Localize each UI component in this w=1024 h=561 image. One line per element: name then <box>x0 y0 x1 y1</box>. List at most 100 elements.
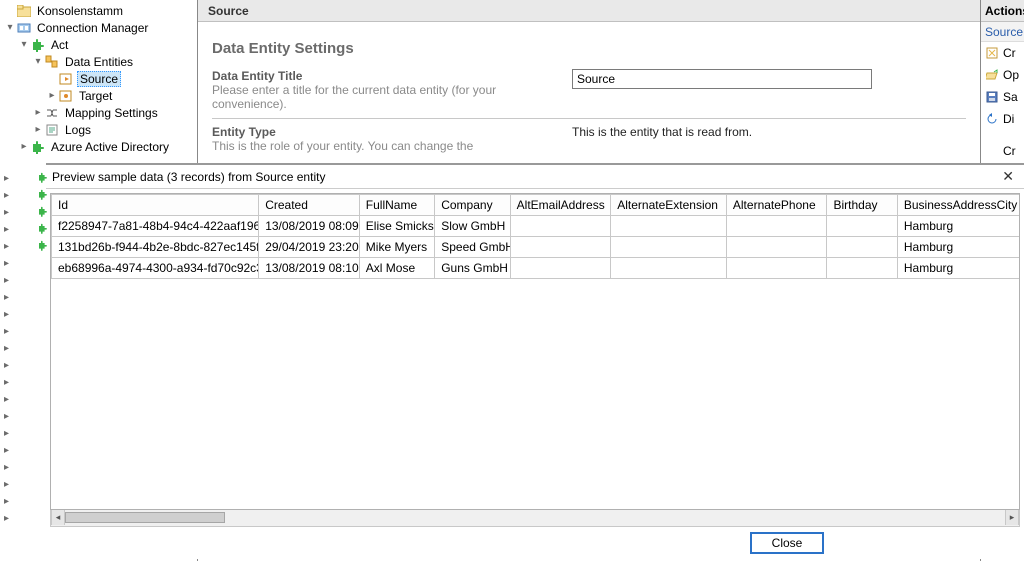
table-cell: Slow GmbH <box>435 216 510 237</box>
action-create2[interactable]: Cr <box>981 140 1024 162</box>
save-icon <box>985 90 999 104</box>
center-title: Source <box>208 4 249 18</box>
scroll-thumb[interactable] <box>65 512 225 523</box>
col-header[interactable]: AlternatePhone <box>726 195 827 216</box>
tree-node-target[interactable]: Target <box>4 87 197 104</box>
table-cell: Hamburg <box>897 216 1020 237</box>
twisty-open[interactable] <box>32 57 44 67</box>
tree-node-source[interactable]: Source <box>4 70 197 87</box>
entity-type-value: This is the entity that is read from. <box>572 125 752 139</box>
action-label: Cr <box>1003 144 1016 158</box>
preview-titlebar: Preview sample data (3 records) from Sou… <box>46 165 1024 189</box>
tree-label: Act <box>49 38 70 52</box>
table-cell <box>827 237 897 258</box>
action-label: Cr <box>1003 46 1016 60</box>
col-header[interactable]: AltEmailAddress <box>510 195 611 216</box>
preview-grid[interactable]: Id Created FullName Company AltEmailAddr… <box>50 193 1020 510</box>
action-label: Sa <box>1003 90 1018 104</box>
table-cell: Guns GmbH <box>435 258 510 279</box>
scroll-right-icon[interactable]: ▸ <box>1005 510 1019 525</box>
new-icon <box>985 46 999 60</box>
field-title-label: Data Entity Title <box>212 69 572 83</box>
col-header[interactable]: FullName <box>359 195 434 216</box>
table-cell <box>726 258 827 279</box>
tree-node-aad[interactable]: Azure Active Directory <box>4 138 197 155</box>
table-cell: 29/04/2019 23:20 <box>259 237 360 258</box>
col-header[interactable]: Created <box>259 195 360 216</box>
col-header[interactable]: BusinessAddressCity <box>897 195 1020 216</box>
table-cell <box>827 216 897 237</box>
table-cell <box>510 258 611 279</box>
twisty-closed[interactable] <box>18 142 30 152</box>
table-cell <box>611 216 727 237</box>
col-header[interactable]: AlternateExtension <box>611 195 727 216</box>
col-header[interactable]: Birthday <box>827 195 897 216</box>
table-row[interactable]: 131bd26b-f944-4b2e-8bdc-827ec145f8c629/0… <box>52 237 1021 258</box>
col-header[interactable]: Id <box>52 195 259 216</box>
col-header[interactable]: Company <box>435 195 510 216</box>
horizontal-scrollbar[interactable]: ◂ ▸ <box>50 510 1020 527</box>
table-cell <box>611 258 727 279</box>
mapping-icon <box>44 105 60 121</box>
tree-node-dataentities[interactable]: Data Entities <box>4 53 197 70</box>
actions-subheader: Source <box>981 22 1024 42</box>
table-cell <box>827 258 897 279</box>
center-titlebar: Source <box>198 0 980 22</box>
table-cell: Elise Smicks <box>359 216 434 237</box>
tree-label: Konsolenstamm <box>35 4 125 18</box>
table-cell: 13/08/2019 08:10 <box>259 258 360 279</box>
tree-node-act[interactable]: Act <box>4 36 197 53</box>
entity-title-input[interactable] <box>572 69 872 89</box>
green-edge-markers <box>38 172 49 257</box>
table-cell: Mike Myers <box>359 237 434 258</box>
action-create[interactable]: Cr <box>981 42 1024 64</box>
tree-label: Connection Manager <box>35 21 150 35</box>
puzzle-icon <box>30 139 46 155</box>
puzzle-icon <box>30 37 46 53</box>
tree-label: Mapping Settings <box>63 106 160 120</box>
action-label: Di <box>1003 112 1014 126</box>
twisty-closed[interactable] <box>32 125 44 135</box>
table-row[interactable]: eb68996a-4974-4300-a934-fd70c92c33f413/0… <box>52 258 1021 279</box>
table-cell: f2258947-7a81-48b4-94c4-422aaf196975 <box>52 216 259 237</box>
entity-type-label: Entity Type <box>212 125 572 139</box>
preview-table: Id Created FullName Company AltEmailAddr… <box>51 194 1020 279</box>
tree-node-logs[interactable]: Logs <box>4 121 197 138</box>
logs-icon <box>44 122 60 138</box>
table-cell <box>510 237 611 258</box>
twisty-closed[interactable] <box>46 91 58 101</box>
tree-label: Source <box>77 71 121 87</box>
table-cell: Speed GmbH <box>435 237 510 258</box>
close-icon[interactable]: ✕ <box>998 168 1018 185</box>
twisty-open[interactable] <box>18 40 30 50</box>
source-icon <box>58 71 74 87</box>
actions-header: Actions <box>981 0 1024 22</box>
preview-dialog: Preview sample data (3 records) from Sou… <box>46 164 1024 559</box>
action-save[interactable]: Sa <box>981 86 1024 108</box>
action-discard[interactable]: Di <box>981 108 1024 130</box>
tree-extra-chevrons <box>4 170 9 527</box>
table-cell <box>510 216 611 237</box>
table-cell <box>726 237 827 258</box>
dialog-buttons: Close <box>46 527 1024 559</box>
twisty-open[interactable] <box>4 23 16 33</box>
close-button-label: Close <box>772 536 803 550</box>
settings-heading: Data Entity Settings <box>212 40 966 57</box>
header-row: Id Created FullName Company AltEmailAddr… <box>52 195 1021 216</box>
settings-area: Data Entity Settings Data Entity Title P… <box>198 22 980 165</box>
close-button[interactable]: Close <box>750 532 824 554</box>
tree-node-root[interactable]: Konsolenstamm <box>4 2 197 19</box>
twisty-closed[interactable] <box>32 108 44 118</box>
table-row[interactable]: f2258947-7a81-48b4-94c4-422aaf19697513/0… <box>52 216 1021 237</box>
action-open[interactable]: Op <box>981 64 1024 86</box>
open-icon <box>985 68 999 82</box>
table-cell <box>726 216 827 237</box>
scroll-left-icon[interactable]: ◂ <box>51 510 65 525</box>
entities-icon <box>44 54 60 70</box>
tree-node-connmgr[interactable]: Connection Manager <box>4 19 197 36</box>
tree-label: Data Entities <box>63 55 135 69</box>
tree-node-mapping[interactable]: Mapping Settings <box>4 104 197 121</box>
nav-tree[interactable]: Konsolenstamm Connection Manager Act <box>0 0 197 155</box>
table-cell: eb68996a-4974-4300-a934-fd70c92c33f4 <box>52 258 259 279</box>
table-cell: Hamburg <box>897 258 1020 279</box>
